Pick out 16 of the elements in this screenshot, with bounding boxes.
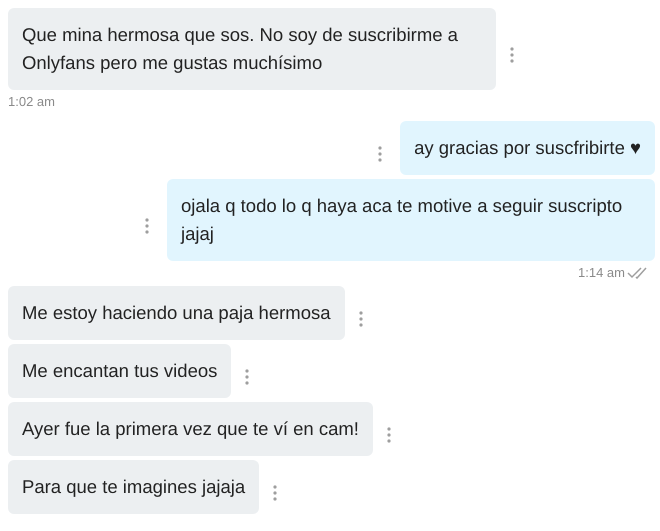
message-time: 1:02 am bbox=[8, 94, 55, 109]
message-bubble: Ayer fue la primera vez que te ví en cam! bbox=[8, 402, 373, 456]
message-bubble: Me estoy haciendo una paja hermosa bbox=[8, 286, 345, 340]
message-bubble: Para que te imagines jajaja bbox=[8, 460, 260, 514]
message-bubble: Me encantan tus videos bbox=[8, 344, 232, 398]
more-options-icon[interactable] bbox=[386, 427, 391, 443]
more-options-icon[interactable] bbox=[145, 218, 149, 234]
message-bubble: ojala q todo lo q haya aca te motive a seguir suscripto jajaj bbox=[167, 179, 655, 261]
message-bubble: ay gracias por suscfribirte ♥ bbox=[400, 121, 655, 175]
more-options-icon[interactable] bbox=[510, 47, 514, 63]
more-options-icon[interactable] bbox=[378, 146, 382, 162]
message-bubble: Que mina hermosa que sos. No soy de suscribirme a Onlyfans pero me gustas muchísimo bbox=[8, 8, 496, 90]
more-options-icon[interactable] bbox=[273, 485, 278, 501]
more-options-icon[interactable] bbox=[358, 311, 363, 327]
message-time: 1:14 am bbox=[578, 265, 625, 280]
more-options-icon[interactable] bbox=[245, 369, 250, 385]
